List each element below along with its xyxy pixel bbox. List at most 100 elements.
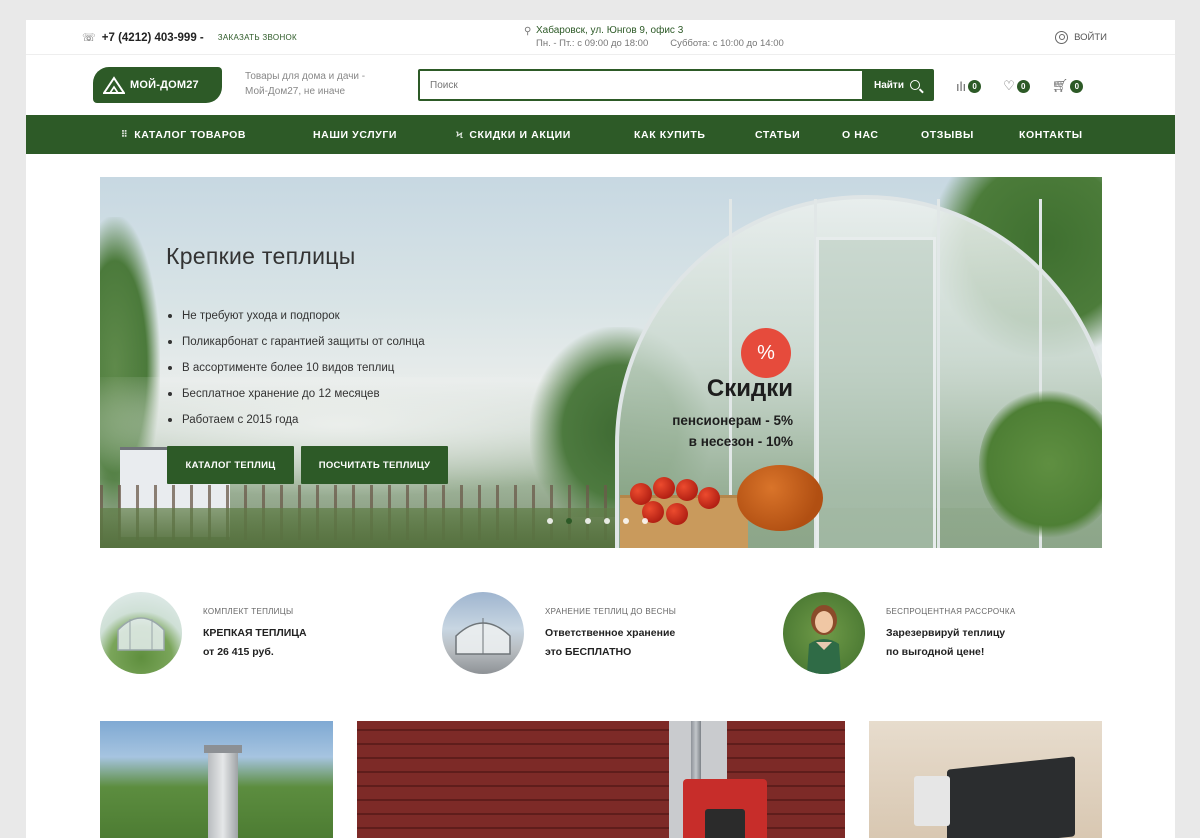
nav-contacts[interactable]: Контакты: [1019, 115, 1083, 154]
search-input[interactable]: [420, 71, 862, 99]
search-form: Найти: [418, 69, 934, 101]
logo-text: МОЙ-ДОМ27: [130, 79, 199, 91]
slider-dot-active[interactable]: [566, 518, 572, 524]
nav-label: Каталог товаров: [134, 128, 247, 141]
slider-dot[interactable]: [585, 518, 591, 524]
hero-slider[interactable]: Крепкие теплицы Не требуют ухода и подпо…: [100, 177, 1102, 548]
hero-benefit: Бесплатное хранение до 12 месяцев: [168, 381, 425, 407]
hero-title: Крепкие теплицы: [166, 243, 356, 269]
phone-number[interactable]: +7 (4212) 403-999 -: [102, 32, 204, 44]
nav-discounts[interactable]: ϟ Скидки и акции: [456, 115, 571, 154]
house-logo-icon: [103, 76, 125, 94]
card-boiler[interactable]: [869, 721, 1102, 838]
nav-label: О нас: [842, 128, 879, 141]
nav-about[interactable]: О нас: [842, 115, 879, 154]
search-button[interactable]: Найти: [862, 71, 932, 99]
tomato: [698, 487, 720, 509]
nav-label: Как купить: [634, 128, 706, 141]
feature-installment[interactable]: Беспроцентная рассрочка Зарезервируй теп…: [783, 592, 1015, 674]
promo-offseason: в несезон - 10%: [688, 434, 793, 449]
feature-subtitle: от 26 415 руб.: [203, 645, 274, 658]
hero-benefit: В ассортименте более 10 видов теплиц: [168, 355, 425, 381]
slider-dot[interactable]: [623, 518, 629, 524]
callback-link[interactable]: заказать звонок: [218, 33, 297, 42]
phone-icon: ☏: [82, 32, 96, 44]
feature-text: Комплект теплицы КРЕПКАЯ ТЕПЛИЦА от 26 4…: [203, 607, 307, 660]
hero-benefit: Работаем с 2015 года: [168, 407, 425, 433]
user-icon: [1055, 31, 1069, 44]
greenhouse-bush: [979, 389, 1102, 539]
tomato: [653, 477, 675, 499]
chimney-pipe-image: [208, 751, 238, 838]
stove-pipe-image: [691, 721, 701, 781]
tagline: Товары для дома и дачи - Мой-Дом27, не и…: [245, 71, 366, 97]
chimney-cap-image: [204, 745, 242, 753]
feature-title: Зарезервируй теплицу: [886, 626, 1006, 639]
feature-title: Ответственное хранение: [545, 626, 676, 639]
search-button-label: Найти: [874, 79, 904, 91]
address-block: ⚲ Хабаровск, ул. Юнгов 9, офис 3 Пн. - П…: [524, 24, 806, 50]
nav-services[interactable]: Наши услуги: [313, 115, 397, 154]
calculate-greenhouse-button[interactable]: Посчитать теплицу: [301, 446, 448, 484]
hero-benefit: Не требуют ухода и подпорок: [168, 303, 425, 329]
percent-badge-icon: %: [741, 328, 791, 378]
heart-icon: ♡: [1003, 78, 1015, 93]
slider-dot[interactable]: [604, 518, 610, 524]
slider-dots: [547, 518, 648, 524]
feature-subtitle: по выгодной цене!: [886, 645, 985, 658]
nav-label: Отзывы: [921, 128, 974, 141]
card-chimney[interactable]: [100, 721, 333, 838]
feature-subtitle: это БЕСПЛАТНО: [545, 645, 632, 658]
compare-icon: ılı: [956, 78, 967, 94]
location-pin-icon: ⚲: [524, 26, 532, 37]
feature-text: Беспроцентная рассрочка Зарезервируй теп…: [886, 607, 1015, 660]
card-stove[interactable]: [357, 721, 845, 838]
login-link[interactable]: войти: [1055, 31, 1107, 44]
nav-articles[interactable]: Статьи: [755, 115, 800, 154]
boiler-image: [947, 756, 1075, 838]
hero-benefit: Поликарбонат с гарантией защиты от солнц…: [168, 329, 425, 355]
feature-caption: Комплект теплицы: [203, 606, 294, 616]
main-nav: ⠿ Каталог товаров Наши услуги ϟ Скидки и…: [26, 115, 1175, 154]
stove-door-image: [705, 809, 745, 838]
favorites-count: 0: [1016, 79, 1030, 93]
feature-title: КРЕПКАЯ ТЕПЛИЦА: [203, 626, 307, 639]
greenhouse-door: [816, 237, 936, 548]
nav-reviews[interactable]: Отзывы: [921, 115, 974, 154]
nav-label: Наши услуги: [313, 128, 398, 141]
nav-label: Скидки и акции: [469, 128, 571, 141]
slider-dot[interactable]: [547, 518, 553, 524]
woman-gardener-image: [783, 592, 865, 674]
nav-how-to-buy[interactable]: Как купить: [634, 115, 706, 154]
feature-text: Хранение теплиц до весны Ответственное х…: [545, 607, 676, 660]
greenhouse-storage-image: [442, 592, 524, 674]
greenhouse-catalog-button[interactable]: Каталог теплиц: [167, 446, 294, 484]
nav-label: Статьи: [755, 128, 801, 141]
slider-dot[interactable]: [642, 518, 648, 524]
hours-saturday: Суббота: с 10:00 до 14:00: [670, 38, 784, 49]
hours-weekday: Пн. - Пт.: с 09:00 до 18:00: [536, 38, 649, 49]
greenhouse-rib: [937, 199, 940, 548]
hero-benefits-list: Не требуют ухода и подпорок Поликарбонат…: [168, 303, 425, 433]
feature-caption: Беспроцентная рассрочка: [886, 606, 1016, 616]
cart-icon: 🛒︎: [1051, 78, 1069, 93]
compare-count: 0: [968, 79, 982, 93]
lightning-icon: ϟ: [456, 129, 464, 140]
working-hours: Пн. - Пт.: с 09:00 до 18:00 Суббота: с 10…: [536, 37, 806, 50]
tomato: [666, 503, 688, 525]
compare-button[interactable]: ılı 0: [956, 78, 982, 94]
promo-title: Скидки: [706, 375, 793, 402]
feature-storage[interactable]: Хранение теплиц до весны Ответственное х…: [442, 592, 676, 674]
feature-kit[interactable]: Комплект теплицы КРЕПКАЯ ТЕПЛИЦА от 26 4…: [100, 592, 307, 674]
phone-block: ☏ +7 (4212) 403-999 - заказать звонок: [82, 31, 297, 45]
logo[interactable]: МОЙ-ДОМ27: [93, 67, 222, 103]
cart-button[interactable]: 🛒︎ 0: [1052, 78, 1084, 94]
feature-caption: Хранение теплиц до весны: [545, 606, 677, 616]
cart-count: 0: [1070, 79, 1084, 93]
address[interactable]: Хабаровск, ул. Юнгов 9, офис 3: [536, 24, 806, 37]
pumpkin: [737, 465, 823, 531]
header: МОЙ-ДОМ27 Товары для дома и дачи - Мой-Д…: [26, 55, 1175, 115]
nav-label: Контакты: [1019, 128, 1083, 141]
favorites-button[interactable]: ♡ 0: [1003, 78, 1030, 94]
nav-catalog[interactable]: ⠿ Каталог товаров: [121, 115, 246, 154]
